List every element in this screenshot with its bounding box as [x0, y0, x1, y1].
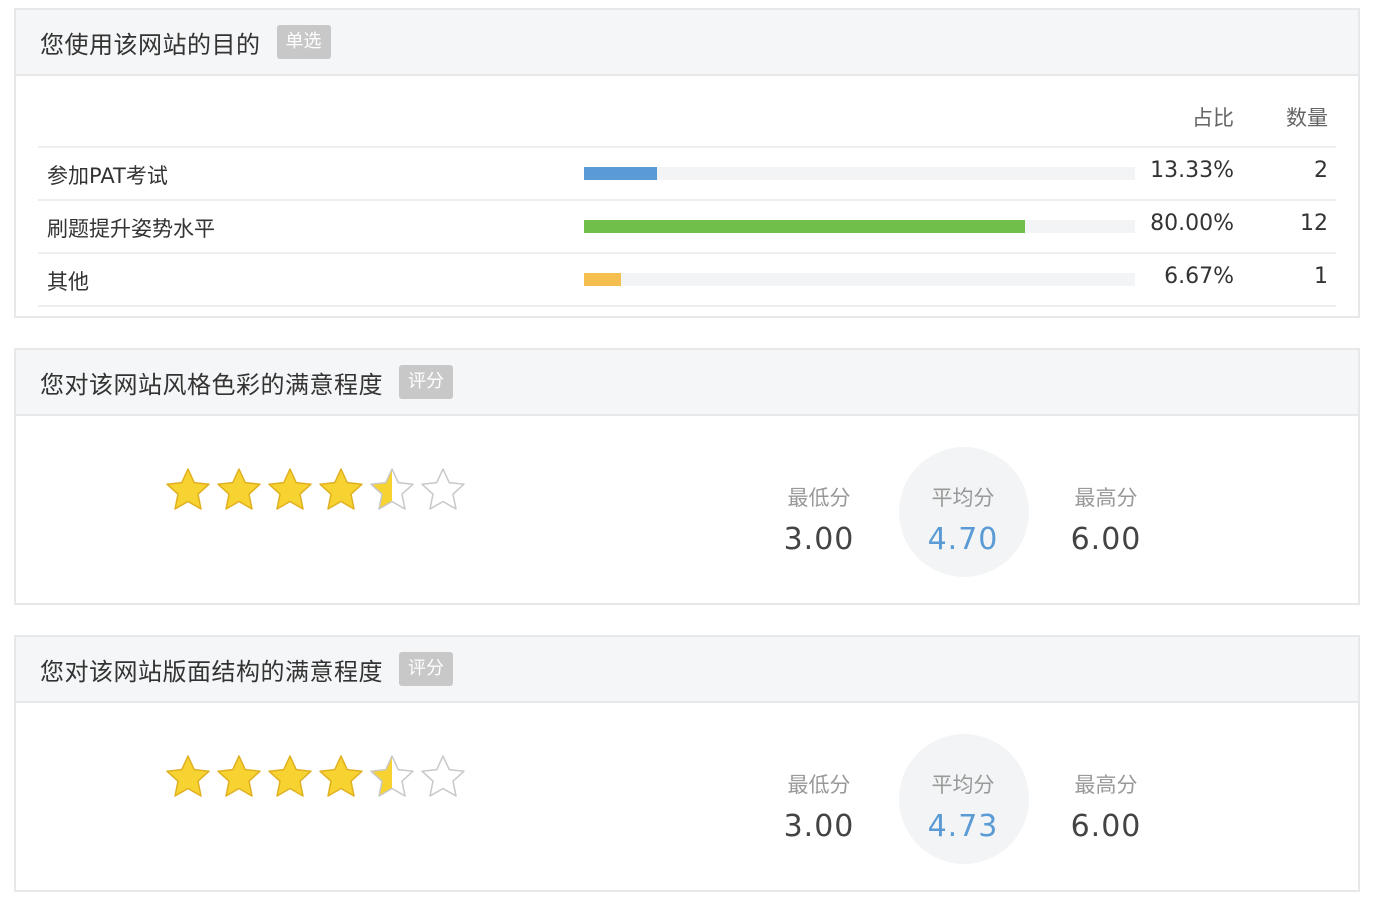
rating-body: 最低分 3.00 平均分 4.70 最高分 6.00	[16, 416, 1358, 603]
average-score: 平均分 4.70	[893, 482, 1033, 557]
star-filled-icon	[319, 755, 363, 797]
option-label: 参加PAT考试	[47, 164, 168, 188]
option-count: 2	[1314, 158, 1328, 183]
max-score-label: 最高分	[1074, 773, 1138, 797]
ratio-column-header: 占比	[1192, 106, 1234, 130]
average-score-value: 4.70	[927, 522, 999, 557]
min-score-value: 3.00	[783, 522, 855, 557]
average-score-value: 4.73	[927, 809, 999, 844]
star-rating	[164, 753, 467, 801]
star-filled-icon	[217, 755, 261, 797]
average-score: 平均分 4.73	[893, 769, 1033, 844]
question-title: 您对该网站版面结构的满意程度	[40, 657, 383, 686]
layout-rating-header: 您对该网站版面结构的满意程度 评分	[16, 637, 1358, 703]
table-row: 参加PAT考试 13.33% 2	[38, 148, 1336, 201]
question-type-badge: 评分	[399, 365, 453, 399]
table-row: 其他 6.67% 1	[38, 254, 1336, 307]
count-column-header: 数量	[1286, 106, 1328, 130]
option-label: 刷题提升姿势水平	[47, 217, 215, 241]
min-score: 最低分 3.00	[749, 769, 889, 844]
average-score-label: 平均分	[931, 486, 995, 510]
question-title: 您使用该网站的目的	[40, 30, 261, 59]
choice-results-table: 占比 数量 参加PAT考试 13.33% 2 刷题提升姿势水平 80.00% 1…	[38, 76, 1336, 307]
color-rating-header: 您对该网站风格色彩的满意程度 评分	[16, 350, 1358, 416]
purpose-question-card: 您使用该网站的目的 单选 占比 数量 参加PAT考试 13.33% 2 刷题提升…	[14, 8, 1360, 318]
ratio-bar-track	[584, 220, 1135, 233]
layout-rating-card: 您对该网站版面结构的满意程度 评分 最低分 3.00 平均分 4.73 最高分 …	[14, 635, 1360, 892]
max-score-value: 6.00	[1070, 522, 1142, 557]
option-ratio: 6.67%	[1164, 264, 1234, 289]
min-score-label: 最低分	[787, 773, 851, 797]
min-score-value: 3.00	[783, 809, 855, 844]
max-score: 最高分 6.00	[1036, 482, 1176, 557]
star-empty-icon	[421, 468, 465, 510]
option-label: 其他	[47, 270, 89, 294]
option-count: 12	[1300, 211, 1328, 236]
star-filled-icon	[268, 755, 312, 797]
question-type-badge: 单选	[276, 25, 331, 59]
min-score-label: 最低分	[787, 486, 851, 510]
max-score-value: 6.00	[1070, 809, 1142, 844]
star-half-icon	[370, 755, 414, 797]
star-half-icon	[370, 468, 414, 510]
ratio-bar-track	[584, 167, 1135, 180]
max-score-label: 最高分	[1074, 486, 1138, 510]
table-header-row: 占比 数量	[38, 76, 1336, 148]
average-score-label: 平均分	[931, 773, 995, 797]
rating-body: 最低分 3.00 平均分 4.73 最高分 6.00	[16, 703, 1358, 890]
ratio-bar-fill	[584, 273, 621, 286]
star-rating	[164, 466, 467, 514]
star-filled-icon	[166, 755, 210, 797]
color-rating-card: 您对该网站风格色彩的满意程度 评分 最低分 3.00 平均分 4.70 最高分 …	[14, 348, 1360, 605]
purpose-question-header: 您使用该网站的目的 单选	[16, 10, 1358, 76]
table-row: 刷题提升姿势水平 80.00% 12	[38, 201, 1336, 254]
min-score: 最低分 3.00	[749, 482, 889, 557]
star-empty-icon	[421, 755, 465, 797]
question-type-badge: 评分	[399, 652, 453, 686]
ratio-bar-track	[584, 273, 1135, 286]
question-title: 您对该网站风格色彩的满意程度	[40, 370, 383, 399]
option-ratio: 13.33%	[1150, 158, 1234, 183]
star-filled-icon	[319, 468, 363, 510]
option-count: 1	[1314, 264, 1328, 289]
ratio-bar-fill	[584, 220, 1025, 233]
star-filled-icon	[166, 468, 210, 510]
star-filled-icon	[217, 468, 261, 510]
ratio-bar-fill	[584, 167, 658, 180]
option-ratio: 80.00%	[1150, 211, 1234, 236]
max-score: 最高分 6.00	[1036, 769, 1176, 844]
star-filled-icon	[268, 468, 312, 510]
